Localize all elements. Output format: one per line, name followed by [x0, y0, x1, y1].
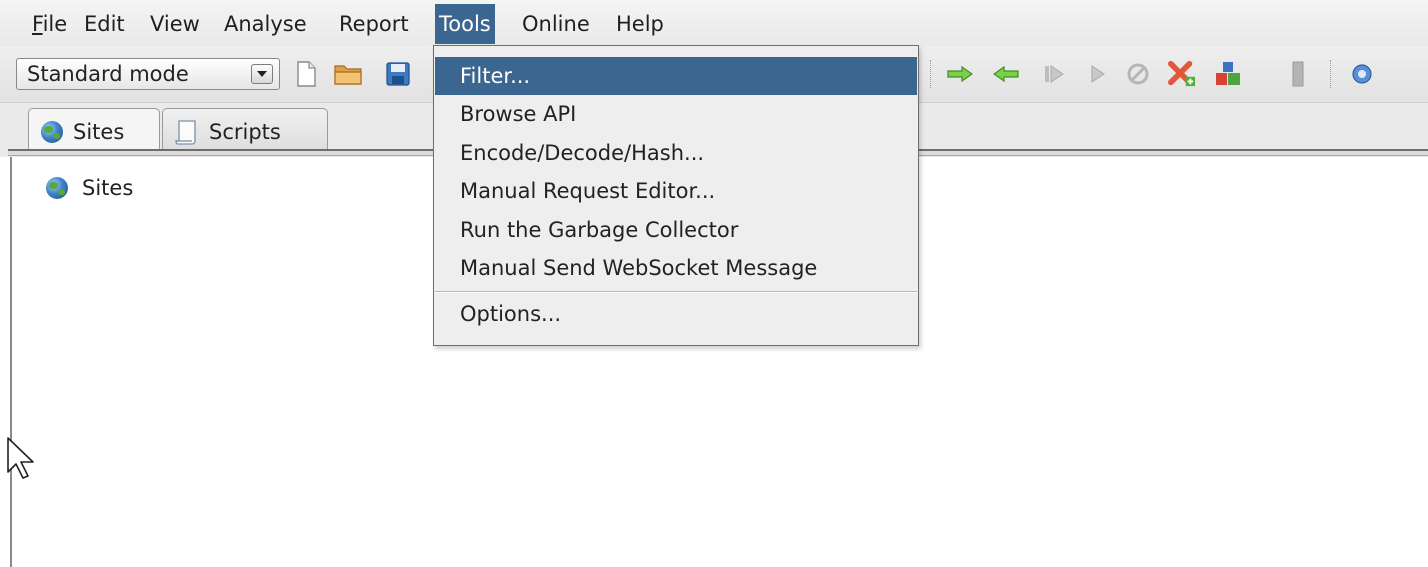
chevron-down-icon[interactable] [251, 64, 273, 84]
mouse-cursor-icon [7, 437, 34, 479]
folder-icon [334, 65, 362, 85]
new-session-button[interactable] [292, 60, 320, 88]
manage-addons-button[interactable] [1214, 60, 1242, 88]
save-session-button[interactable] [384, 60, 412, 88]
menu-item-garbage-collector[interactable]: Run the Garbage Collector [435, 211, 917, 249]
open-session-button[interactable] [334, 60, 362, 88]
tree-node-sites[interactable]: Sites [46, 173, 133, 203]
menu-file-mnemonic: F [32, 12, 43, 36]
menu-bar: File Edit View Analyse Report Tools Onli… [0, 0, 1428, 46]
step-button[interactable] [1040, 60, 1068, 88]
arrow-right-icon [947, 66, 973, 82]
menu-item-send-websocket-message[interactable]: Manual Send WebSocket Message [435, 249, 917, 287]
menu-tools[interactable]: Tools [435, 4, 495, 44]
marker-button[interactable] [1284, 60, 1312, 88]
blocks-icon [1216, 62, 1240, 85]
step-icon [1045, 65, 1064, 83]
menu-view[interactable]: View [146, 4, 204, 44]
arrow-left-icon [993, 66, 1019, 82]
play-icon [1091, 65, 1105, 83]
mode-select-value: Standard mode [27, 62, 189, 86]
app-window: File Edit View Analyse Report Tools Onli… [0, 0, 1428, 567]
globe-icon [46, 177, 68, 199]
help-button[interactable] [1348, 60, 1376, 88]
mode-select[interactable]: Standard mode [16, 58, 280, 90]
script-icon [175, 119, 196, 145]
menu-analyse[interactable]: Analyse [220, 4, 311, 44]
break-add-icon [1168, 60, 1196, 87]
toolbar-separator [930, 60, 932, 88]
help-icon [1352, 64, 1372, 84]
add-breakpoint-button[interactable] [1168, 60, 1196, 88]
menu-item-browse-api[interactable]: Browse API [435, 95, 917, 133]
globe-icon [41, 120, 63, 143]
tab-sites[interactable]: Sites [28, 108, 160, 154]
tree-node-label: Sites [82, 176, 134, 200]
step-back-button[interactable] [992, 60, 1020, 88]
drop-button[interactable] [1124, 60, 1152, 88]
menu-item-options[interactable]: Options... [435, 295, 917, 333]
tab-scripts[interactable]: Scripts [162, 108, 328, 154]
continue-button[interactable] [1084, 60, 1112, 88]
menu-item-encode-decode-hash[interactable]: Encode/Decode/Hash... [435, 134, 917, 172]
tools-menu-dropdown: Filter... Browse API Encode/Decode/Hash.… [433, 45, 919, 346]
menu-item-filter[interactable]: Filter... [435, 57, 917, 95]
menu-file[interactable]: File [28, 4, 71, 44]
toolbar-separator [1330, 60, 1332, 88]
new-file-icon [297, 61, 316, 87]
save-disk-icon [386, 62, 410, 86]
menu-report[interactable]: Report [335, 4, 413, 44]
menu-file-label: ile [42, 12, 68, 36]
menu-help[interactable]: Help [612, 4, 668, 44]
tab-scripts-label: Scripts [209, 119, 281, 144]
marker-icon [1292, 61, 1304, 87]
menu-edit[interactable]: Edit [80, 4, 129, 44]
menu-item-manual-request-editor[interactable]: Manual Request Editor... [435, 172, 917, 210]
menu-separator [435, 291, 917, 293]
step-forward-button[interactable] [946, 60, 974, 88]
menu-online[interactable]: Online [518, 4, 594, 44]
tab-sites-label: Sites [73, 119, 125, 144]
stop-circle-icon [1127, 63, 1149, 85]
